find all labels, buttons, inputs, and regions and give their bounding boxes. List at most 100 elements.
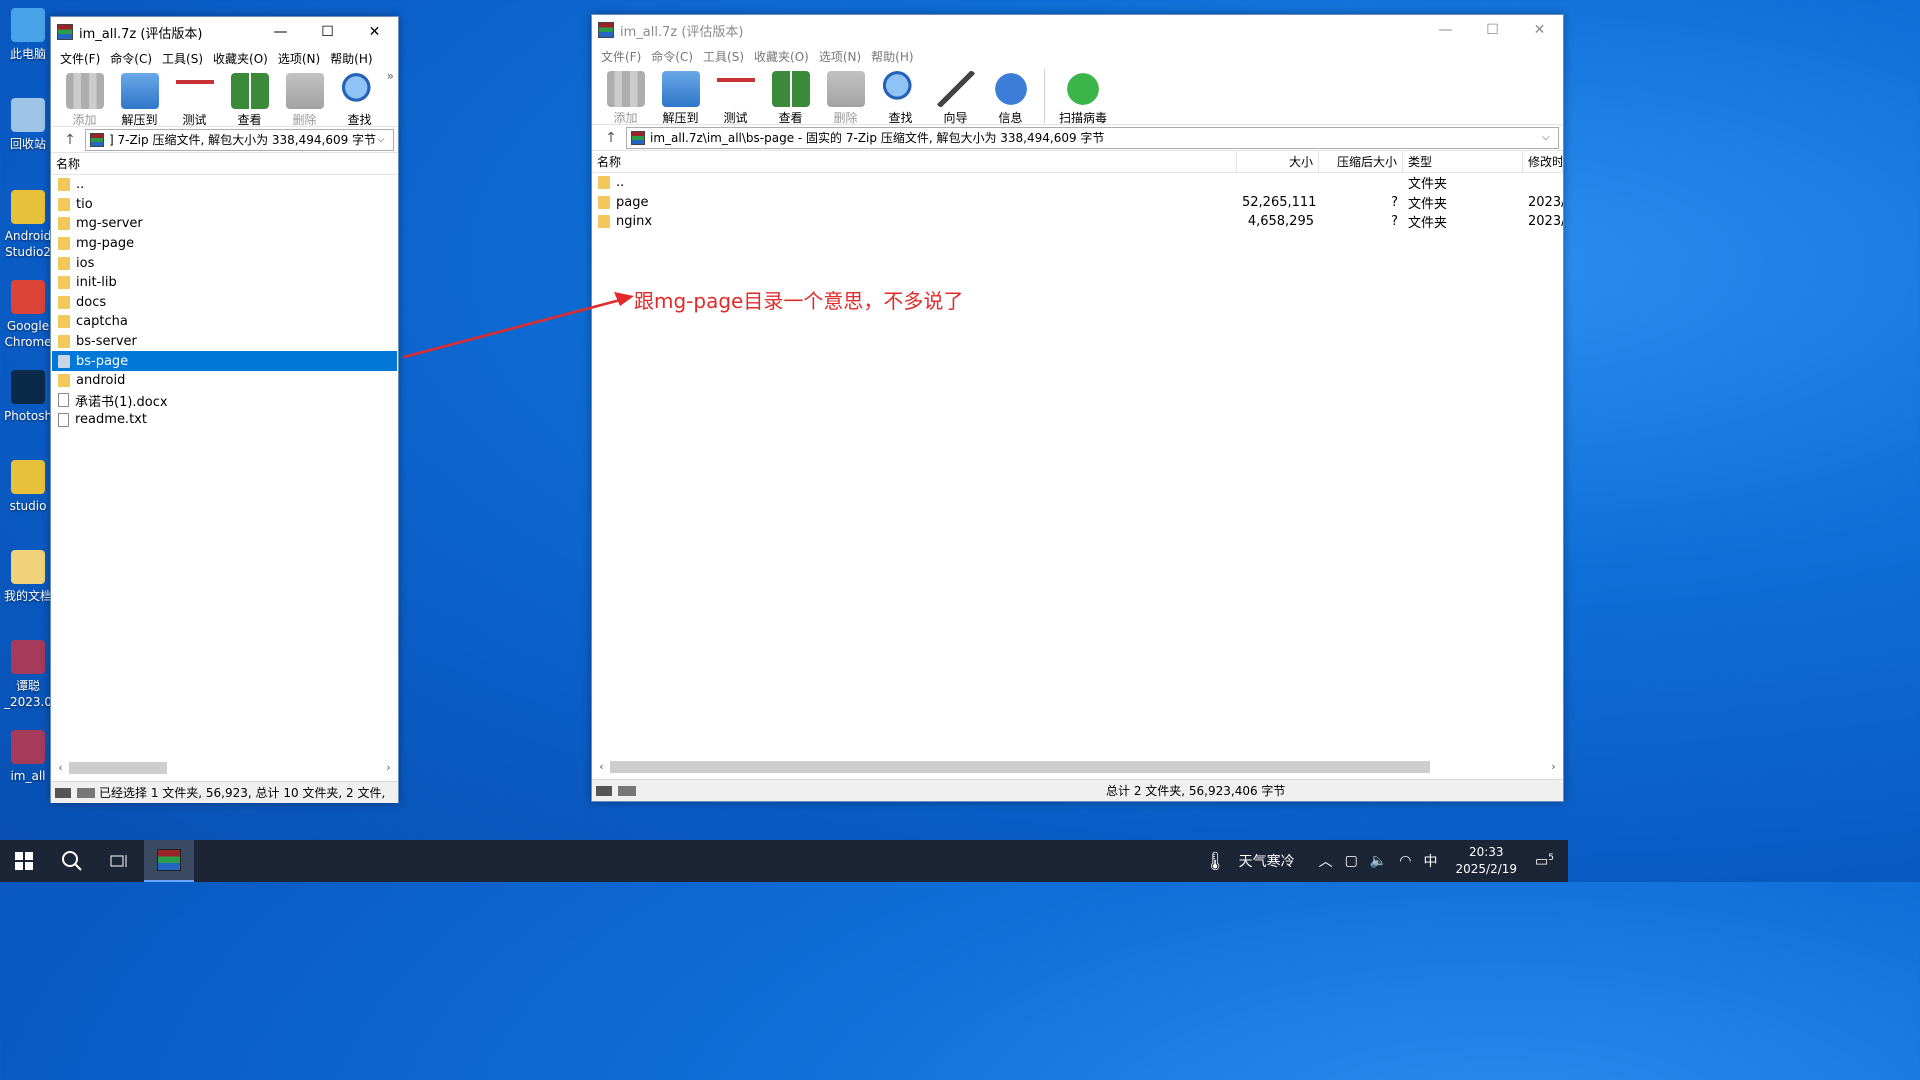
clock[interactable]: 20:33 2025/2/19	[1444, 844, 1530, 878]
toolbar-button[interactable]: 测试	[167, 71, 222, 128]
desktop-icon[interactable]: 回收站	[4, 98, 52, 152]
toolbar-button[interactable]: 扫描病毒	[1051, 69, 1115, 126]
left-title-bar[interactable]: im_all.7z (评估版本) — ☐ ✕	[51, 17, 398, 47]
right-horizontal-scrollbar[interactable]: ‹ ›	[593, 758, 1562, 775]
task-view-icon[interactable]	[96, 840, 144, 882]
desktop-icon[interactable]: Android Studio2	[4, 190, 52, 260]
list-item[interactable]: init-lib	[52, 273, 397, 293]
scroll-left-arrow-icon[interactable]: ‹	[593, 760, 610, 773]
list-item[interactable]: docs	[52, 293, 397, 313]
menu-item[interactable]: 文件(F)	[55, 50, 105, 67]
scroll-right-arrow-icon[interactable]: ›	[1545, 760, 1562, 773]
menu-item[interactable]: 选项(N)	[273, 50, 325, 67]
menu-item[interactable]: 收藏夹(O)	[749, 48, 814, 65]
list-item[interactable]: android	[52, 371, 397, 391]
menu-item[interactable]: 命令(C)	[646, 48, 698, 65]
toolbar-button[interactable]: 解压到	[653, 69, 708, 126]
desktop-icon[interactable]: im_all	[4, 730, 52, 784]
winrar-taskbar-icon[interactable]	[144, 840, 194, 882]
minimize-button[interactable]: —	[257, 17, 304, 47]
table-cell: ?	[1391, 214, 1398, 230]
toolbar-button[interactable]: 查看	[763, 69, 818, 126]
desktop-icon[interactable]: studio	[4, 460, 52, 514]
menu-item[interactable]: 命令(C)	[105, 50, 157, 67]
menu-item[interactable]: 收藏夹(O)	[208, 50, 273, 67]
thermometer-icon[interactable]: 🌡	[1198, 851, 1233, 872]
list-item[interactable]: ios	[52, 253, 397, 273]
network-icon[interactable]: ◠	[1393, 853, 1417, 869]
table-row[interactable]: page 52,265,111? 文件夹 2023/	[592, 193, 1563, 213]
list-item[interactable]: ..	[52, 175, 397, 195]
chevron-down-icon[interactable]: ⌵	[1542, 132, 1554, 143]
volume-icon[interactable]: 🔈	[1364, 853, 1393, 869]
left-file-list: .. tio mg-server mg-page ios init-lib docs capt…	[51, 175, 398, 430]
menu-item[interactable]: 选项(N)	[814, 48, 866, 65]
list-item[interactable]: mg-server	[52, 214, 397, 234]
right-title-bar[interactable]: im_all.7z (评估版本) — ☐ ✕	[592, 15, 1563, 45]
desktop-icon[interactable]: 谭聪_2023.07	[4, 640, 52, 710]
toolbar-button[interactable]: 向导	[928, 69, 983, 126]
notification-icon[interactable]: ▭5	[1529, 853, 1568, 870]
list-item[interactable]: bs-server	[52, 332, 397, 352]
toolbar-button[interactable]: 解压到	[112, 71, 167, 128]
toolbar-button[interactable]: 删除	[818, 69, 873, 126]
list-item[interactable]: 承诺书(1).docx	[52, 391, 397, 411]
menu-item[interactable]: 工具(S)	[698, 48, 749, 65]
desktop-icon[interactable]: Google Chrome	[4, 280, 52, 350]
menu-item[interactable]: 文件(F)	[596, 48, 646, 65]
toolbar-button[interactable]: 添加	[57, 71, 112, 128]
list-item[interactable]: tio	[52, 195, 397, 215]
menu-item[interactable]: 帮助(H)	[325, 50, 377, 67]
toolbar-overflow-icon[interactable]: »	[387, 69, 394, 83]
start-windows-icon[interactable]	[0, 840, 48, 882]
column-header[interactable]: 压缩后大小	[1319, 151, 1403, 172]
ime-indicator[interactable]: 中	[1418, 851, 1444, 871]
close-button[interactable]: ✕	[351, 17, 398, 47]
minimize-button[interactable]: —	[1422, 15, 1469, 45]
toolbar-button[interactable]: 查看	[222, 71, 277, 128]
column-header[interactable]: 类型	[1403, 151, 1523, 172]
list-item[interactable]: bs-page	[52, 351, 397, 371]
list-item[interactable]: captcha	[52, 312, 397, 332]
table-row[interactable]: .. 文件夹	[592, 173, 1563, 193]
column-name-header[interactable]: 名称	[51, 153, 398, 174]
close-button[interactable]: ✕	[1516, 15, 1563, 45]
right-address-field[interactable]: im_all.7z\im_all\bs-page - 固实的 7-Zip 压缩文…	[626, 126, 1559, 149]
scroll-thumb[interactable]	[610, 760, 1430, 773]
table-cell: 4,658,295	[1247, 214, 1314, 230]
list-item[interactable]: readme.txt	[52, 410, 397, 430]
chevron-up-icon[interactable]: ︿	[1313, 851, 1339, 871]
maximize-button[interactable]: ☐	[304, 17, 351, 47]
toolbar-button[interactable]: 查找	[332, 71, 387, 128]
maximize-button[interactable]: ☐	[1469, 15, 1516, 45]
keyboard-drive-icon	[596, 785, 636, 796]
desktop-icon[interactable]: Photoshop	[4, 370, 52, 424]
list-item[interactable]: mg-page	[52, 234, 397, 254]
column-header[interactable]: 修改时	[1523, 151, 1563, 172]
column-header[interactable]: 名称	[592, 151, 1237, 172]
toolbar-button[interactable]: 删除	[277, 71, 332, 128]
search-icon[interactable]	[48, 840, 96, 882]
scroll-right-arrow-icon[interactable]: ›	[380, 761, 397, 774]
left-address-field[interactable]: ] 7-Zip 压缩文件, 解包大小为 338,494,609 字节 ⌵	[85, 128, 394, 151]
toolbar-button[interactable]: 测试	[708, 69, 763, 126]
column-header[interactable]: 大小	[1237, 151, 1319, 172]
chevron-down-icon[interactable]: ⌵	[377, 134, 389, 145]
toolbar-button[interactable]: 信息	[983, 69, 1038, 126]
up-arrow-icon[interactable]: ↑	[596, 130, 626, 146]
desktop-icon[interactable]: 我的文档	[4, 550, 52, 604]
toolbar-button[interactable]: 查找	[873, 69, 928, 126]
right-list-header: 名称 大小 压缩后大小 类型 修改时	[592, 151, 1563, 173]
scroll-left-arrow-icon[interactable]: ‹	[52, 761, 69, 774]
toolbar-button[interactable]: 添加	[598, 69, 653, 126]
menu-item[interactable]: 帮助(H)	[866, 48, 918, 65]
weather-text[interactable]: 天气寒冷	[1233, 851, 1313, 871]
device-icon[interactable]: ▢	[1339, 853, 1364, 869]
table-row[interactable]: nginx 4,658,295? 文件夹 2023/	[592, 212, 1563, 232]
menu-item[interactable]: 工具(S)	[157, 50, 208, 67]
scroll-thumb[interactable]	[69, 761, 167, 774]
desktop-icon[interactable]: 此电脑	[4, 8, 52, 62]
up-arrow-icon[interactable]: ↑	[55, 132, 85, 148]
left-horizontal-scrollbar[interactable]: ‹ ›	[52, 759, 397, 776]
file-name: android	[76, 373, 126, 389]
